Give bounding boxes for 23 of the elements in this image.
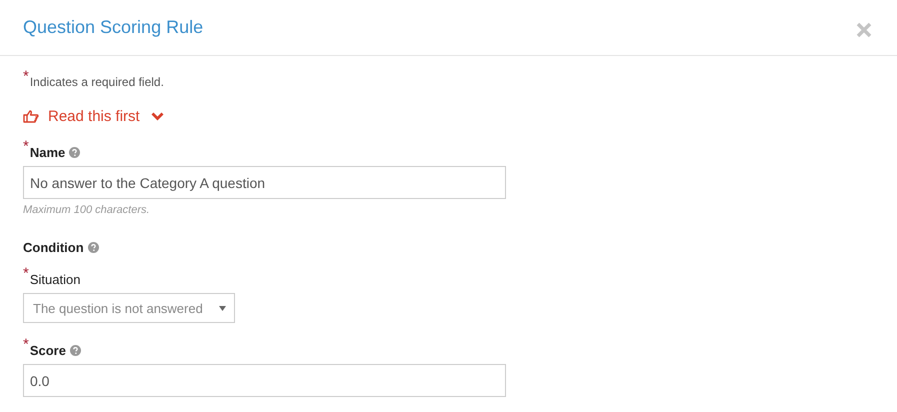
field-label: Score xyxy=(30,343,66,358)
required-asterisk: * xyxy=(23,338,29,352)
field-label: Condition xyxy=(23,240,84,255)
close-button[interactable] xyxy=(856,22,872,38)
required-asterisk: * xyxy=(23,267,29,281)
required-note: Indicates a required field. xyxy=(30,75,164,89)
help-icon[interactable] xyxy=(70,345,81,356)
field-label: Situation xyxy=(30,272,80,287)
chevron-down-icon xyxy=(150,112,164,121)
required-asterisk: * xyxy=(23,70,29,84)
field-label: Name xyxy=(30,145,66,160)
dropdown-field[interactable]: The question is not answered xyxy=(23,293,235,323)
dialog-title: Question Scoring Rule xyxy=(23,17,204,38)
close-icon xyxy=(856,22,872,38)
hand-pointing-icon xyxy=(23,110,39,123)
dropdown-arrow-icon xyxy=(219,306,226,310)
text-field[interactable]: No answer to the Category A question xyxy=(23,166,506,199)
help-icon[interactable] xyxy=(69,147,80,158)
text-field[interactable]: 0.0 xyxy=(23,364,506,397)
read-this-first-toggle[interactable]: Read this first xyxy=(23,108,164,125)
required-asterisk: * xyxy=(23,140,29,154)
help-icon[interactable] xyxy=(88,242,99,253)
field-hint: Maximum 100 characters. xyxy=(23,204,151,216)
